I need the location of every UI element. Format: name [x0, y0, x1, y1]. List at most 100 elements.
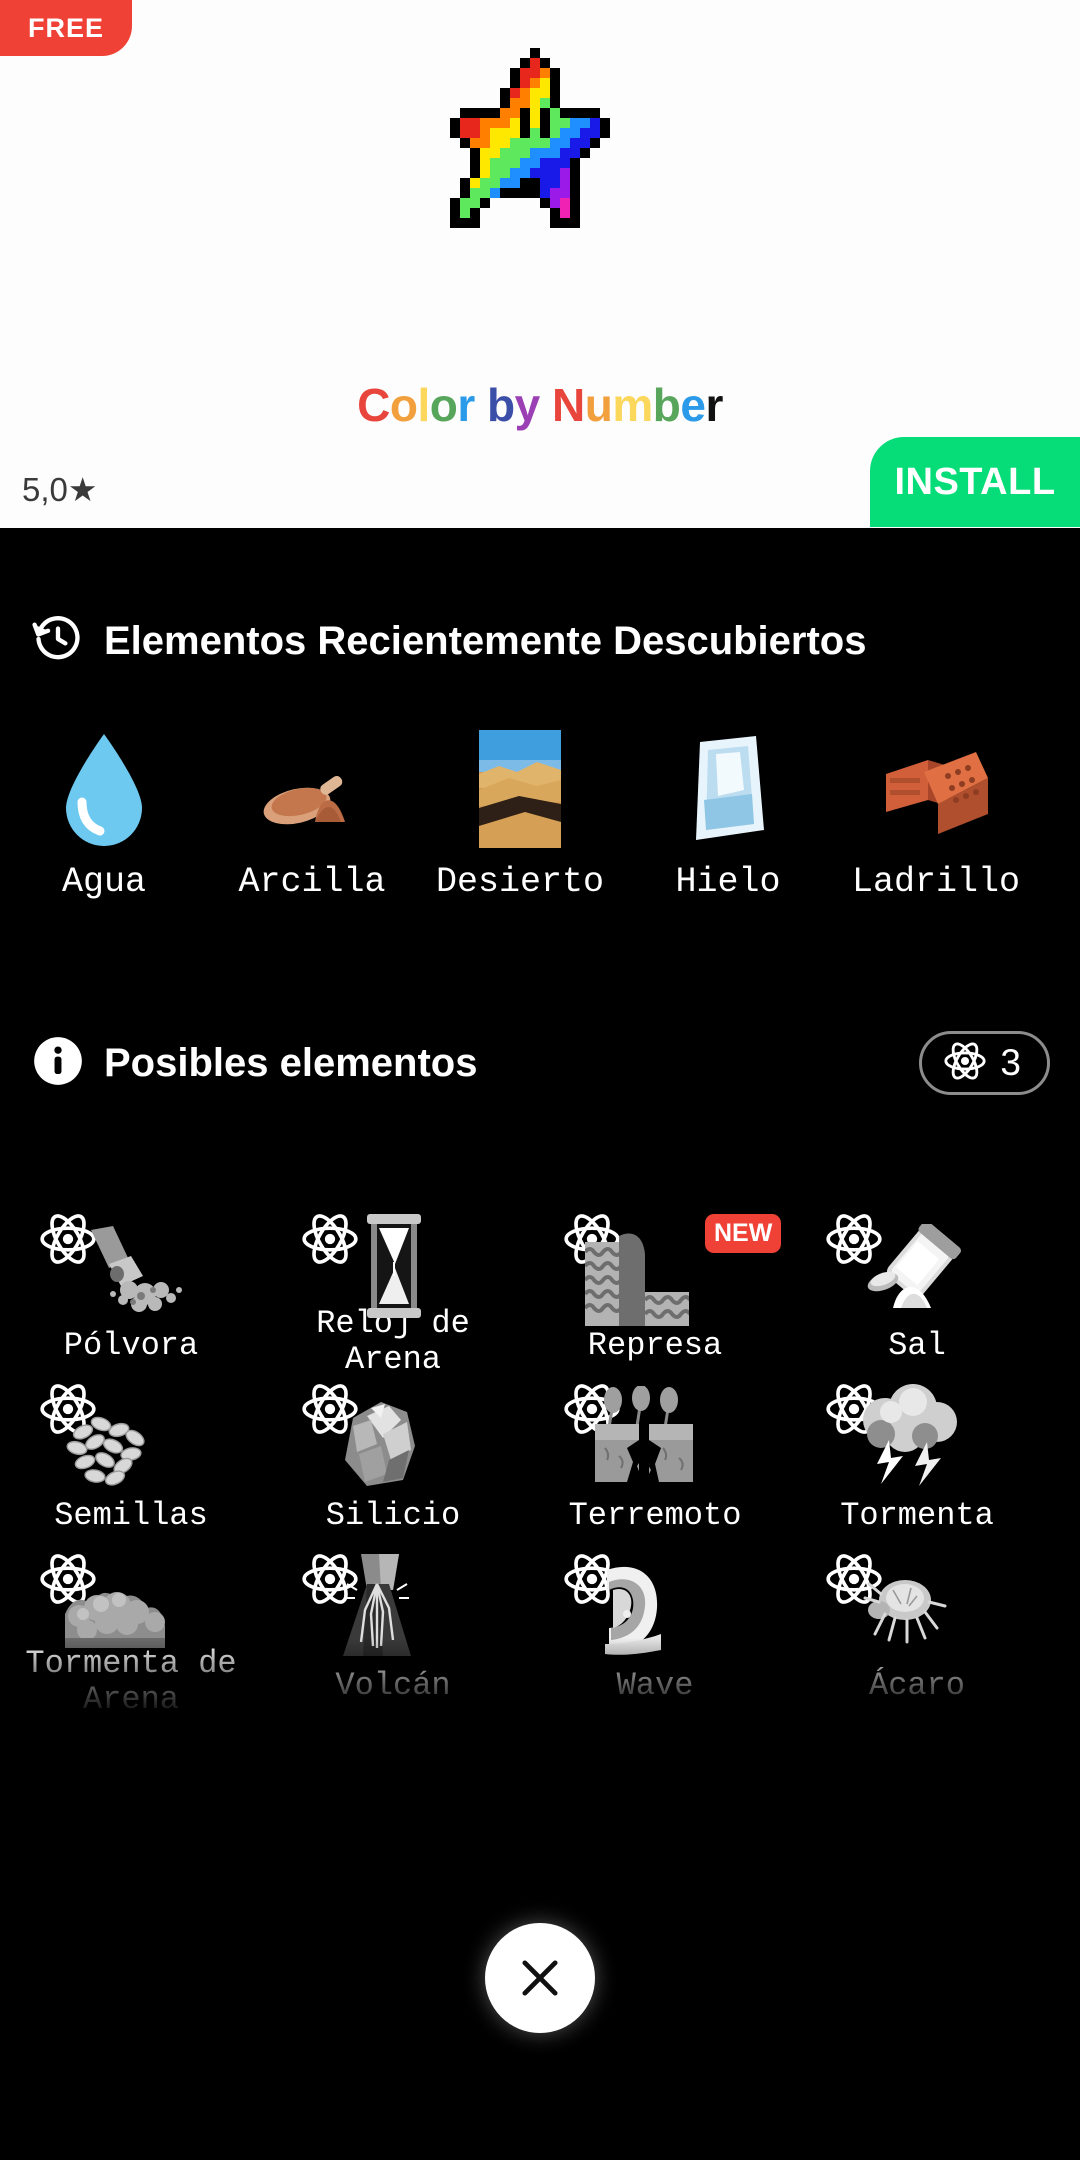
cell-artwork [817, 1208, 1017, 1326]
hourglass-icon [357, 1212, 431, 1325]
free-badge-label: FREE [27, 12, 104, 43]
thunderstorm-icon [851, 1384, 963, 1493]
possible-item-terremoto[interactable]: Terremoto [524, 1378, 786, 1548]
possible-item-label: Tormenta de Arena [25, 1645, 237, 1719]
ad-app-icon [380, 48, 700, 298]
recent-section-header: Elementos Recientemente Descubiertos [0, 613, 866, 670]
ad-title-letter [540, 379, 552, 431]
ad-title-letter: y [514, 379, 541, 431]
ad-banner[interactable]: FREE Color by Number 5,0★ INSTALL [0, 0, 1080, 528]
ad-title-letter: r [457, 379, 475, 431]
possible-item-label: Volcán [335, 1667, 451, 1704]
possible-item-reloj-de-arena[interactable]: Reloj de Arena [262, 1208, 524, 1378]
recent-item-arcilla[interactable]: Arcilla [208, 718, 416, 902]
possible-section-header: Posibles elementos 3 [0, 1031, 1080, 1095]
history-icon [32, 613, 84, 670]
atom-icon [942, 1038, 988, 1089]
grid-row: Tormenta de Arena Volcán Wave Ácaro [0, 1548, 1080, 1718]
new-badge-label: NEW [714, 1219, 773, 1247]
ad-title-letter: o [389, 379, 418, 431]
salt-shaker-icon [857, 1220, 967, 1321]
possible-item-polvora[interactable]: Pólvora [0, 1208, 262, 1378]
free-badge: FREE [0, 0, 132, 56]
star-icon: ★ [67, 471, 98, 508]
install-button[interactable]: INSTALL [870, 437, 1080, 527]
ad-title-letter: N [552, 379, 585, 431]
elements-panel: Elementos Recientemente Descubiertos Agu… [0, 528, 1080, 2160]
possible-item-label: Wave [616, 1667, 694, 1704]
cell-artwork [31, 1208, 231, 1326]
possible-item-label: Ácaro [868, 1667, 965, 1704]
recent-item-agua[interactable]: Agua [0, 718, 208, 902]
earthquake-icon [587, 1385, 699, 1491]
recent-item-desierto[interactable]: Desierto [416, 718, 624, 902]
recent-item-hielo[interactable]: Hielo [624, 718, 832, 902]
sandstorm-icon [61, 1570, 171, 1657]
info-icon [32, 1035, 84, 1092]
recent-item-label: Desierto [435, 862, 605, 902]
cell-artwork [817, 1378, 1017, 1496]
ad-title-letter: l [417, 379, 430, 431]
ad-title-letter: r [705, 379, 723, 431]
recent-elements-strip[interactable]: Agua Arcilla Desierto Hielo Ladrillo [0, 718, 1080, 902]
atom-counter-badge[interactable]: 3 [919, 1031, 1050, 1095]
grid-row: Semillas Silicio Terremoto Tormenta [0, 1378, 1080, 1548]
recent-section-title: Elementos Recientemente Descubiertos [104, 619, 867, 663]
bricks-icon [876, 718, 996, 848]
cell-artwork: NEW [555, 1208, 782, 1326]
ad-title-letter: b [487, 379, 515, 431]
recent-item-label: Hielo [675, 862, 781, 902]
atom-icon [299, 1208, 361, 1275]
clay-powder-icon [253, 718, 371, 848]
possible-item-label: Pólvora [63, 1327, 199, 1364]
gunpowder-icon [83, 1224, 193, 1325]
recent-item-ladrillo[interactable]: Ladrillo [832, 718, 1040, 902]
atom-counter-value: 3 [1000, 1042, 1021, 1083]
install-button-label: INSTALL [894, 460, 1056, 503]
silicon-rock-icon [337, 1398, 423, 1495]
cell-artwork [555, 1378, 755, 1496]
possible-item-label: Semillas [54, 1497, 208, 1534]
close-button[interactable] [485, 1923, 595, 2033]
ad-title-letter: C [357, 379, 390, 431]
possible-item-semillas[interactable]: Semillas [0, 1378, 262, 1548]
ad-title-letter: m [612, 379, 653, 431]
mite-icon [855, 1570, 951, 1655]
ad-title-letter: b [652, 379, 681, 431]
possible-item-tormenta-de-arena[interactable]: Tormenta de Arena [0, 1548, 262, 1718]
cell-artwork [293, 1378, 493, 1496]
recent-item-label: Agua [61, 862, 146, 902]
cell-artwork [817, 1548, 1017, 1666]
possible-item-acaro[interactable]: Ácaro [786, 1548, 1048, 1718]
possible-item-volcan[interactable]: Volcán [262, 1548, 524, 1718]
ice-cube-icon [682, 718, 774, 848]
water-drop-icon [56, 718, 152, 848]
new-badge: NEW [705, 1214, 782, 1253]
possible-item-label: Terremoto [568, 1497, 742, 1534]
cell-artwork [31, 1378, 231, 1496]
possible-item-label: Tormenta [840, 1497, 994, 1534]
seeds-icon [61, 1404, 161, 1495]
cell-artwork [31, 1548, 231, 1648]
cell-artwork [293, 1548, 493, 1666]
ad-title-letter: o [429, 379, 458, 431]
possible-section-title: Posibles elementos [104, 1040, 478, 1085]
ad-title-letter: e [680, 379, 706, 431]
possible-item-silicio[interactable]: Silicio [262, 1378, 524, 1548]
cell-artwork [555, 1548, 755, 1666]
recent-item-label: Arcilla [238, 862, 386, 902]
wave-icon [591, 1556, 687, 1661]
pixel-rainbow-star-icon [450, 48, 610, 228]
cell-artwork [293, 1208, 493, 1318]
possible-item-tormenta[interactable]: Tormenta [786, 1378, 1048, 1548]
dam-icon [583, 1230, 692, 1331]
possible-item-represa[interactable]: NEW Represa [524, 1208, 786, 1378]
possible-item-label: Silicio [325, 1497, 461, 1534]
desert-photo-icon [479, 718, 561, 848]
ad-app-title: Color by Number [0, 378, 1080, 432]
possible-item-wave[interactable]: Wave [524, 1548, 786, 1718]
possible-elements-grid[interactable]: Pólvora Reloj de Arena NEW Represa Sal S… [0, 1208, 1080, 1728]
recent-item-label: Ladrillo [851, 862, 1021, 902]
possible-item-sal[interactable]: Sal [786, 1208, 1048, 1378]
ad-title-letter [475, 379, 487, 431]
